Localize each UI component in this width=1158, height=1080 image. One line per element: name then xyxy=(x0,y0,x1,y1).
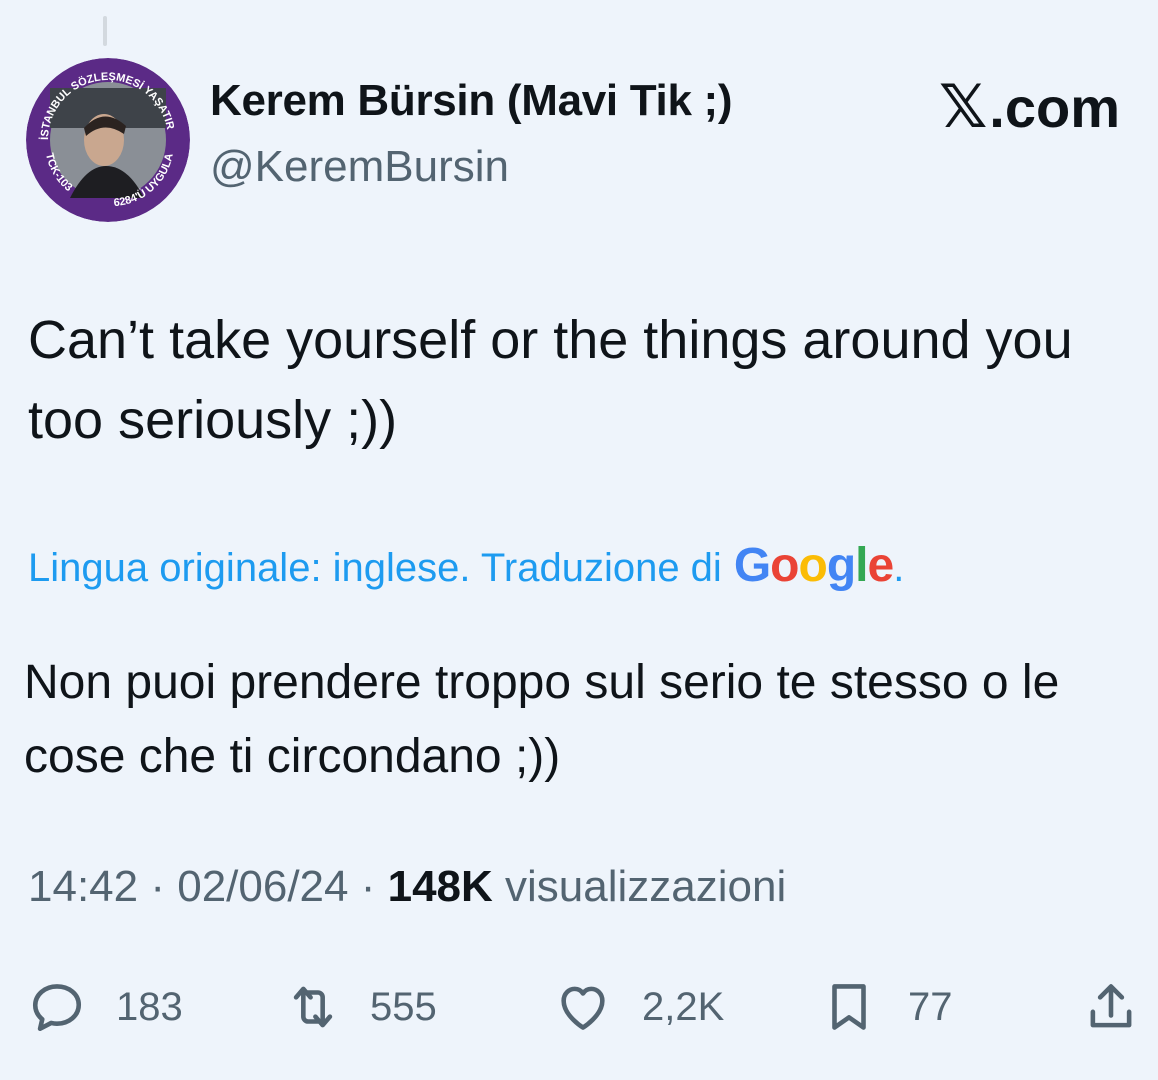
bookmark-count: 77 xyxy=(908,984,953,1029)
heart-icon xyxy=(561,986,605,1030)
google-letter: G xyxy=(733,539,771,592)
avatar-image: İSTANBUL SÖZLEŞMESİ YAŞATIR TCK-103 6284… xyxy=(26,58,190,222)
google-letter: o xyxy=(798,539,827,592)
like-count: 2,2K xyxy=(642,984,725,1029)
google-letter: g xyxy=(826,539,856,592)
x-com-watermark: 𝕏 .com xyxy=(939,72,1120,142)
meta-separator: · xyxy=(138,862,178,911)
avatar[interactable]: İSTANBUL SÖZLEŞMESİ YAŞATIR TCK-103 6284… xyxy=(26,58,190,222)
translation-note-period: . xyxy=(893,546,905,590)
translated-tweet-text: Non puoi prendere troppo sul serio te st… xyxy=(24,656,1060,783)
repost-count: 555 xyxy=(370,984,437,1029)
x-logo-icon: 𝕏 xyxy=(938,72,988,142)
tweet-text: Can’t take yourself or the things around… xyxy=(28,310,1073,450)
bookmark-button[interactable]: 77 xyxy=(820,972,953,1042)
share-icon xyxy=(1090,984,1132,1028)
repost-icon xyxy=(293,986,333,1028)
repost-button[interactable]: 555 xyxy=(284,972,437,1042)
author-handle[interactable]: @KeremBursin xyxy=(210,142,509,192)
translation-note[interactable]: Lingua originale: inglese. Traduzione di… xyxy=(28,538,904,593)
bookmark-icon xyxy=(832,984,866,1030)
google-letter: l xyxy=(855,539,868,592)
translation-note-label: Lingua originale: inglese. Traduzione di xyxy=(28,546,722,590)
tweet-meta: 14:42 · 02/06/24 · 148K visualizzazioni xyxy=(28,862,786,912)
meta-separator: · xyxy=(348,862,388,911)
reply-count: 183 xyxy=(116,984,183,1029)
google-letter: e xyxy=(867,539,894,592)
google-logo-icon: Google xyxy=(733,538,894,593)
like-button[interactable]: 2,2K xyxy=(554,972,724,1042)
author-display-name[interactable]: Kerem Bürsin (Mavi Tik ;) xyxy=(210,76,733,126)
tweet-actions-bar: 183 555 2,2K 77 xyxy=(0,972,1158,1042)
tweet-date[interactable]: 02/06/24 xyxy=(177,862,348,911)
google-letter: o xyxy=(770,539,799,592)
reply-button[interactable]: 183 xyxy=(28,972,183,1042)
thread-connector-line xyxy=(103,16,107,46)
views-count: 148K xyxy=(387,862,493,911)
share-button[interactable] xyxy=(1082,972,1140,1042)
tweet-time[interactable]: 14:42 xyxy=(28,862,138,911)
watermark-domain: .com xyxy=(989,75,1120,139)
reply-icon xyxy=(32,984,82,1032)
views-label: visualizzazioni xyxy=(492,862,787,911)
